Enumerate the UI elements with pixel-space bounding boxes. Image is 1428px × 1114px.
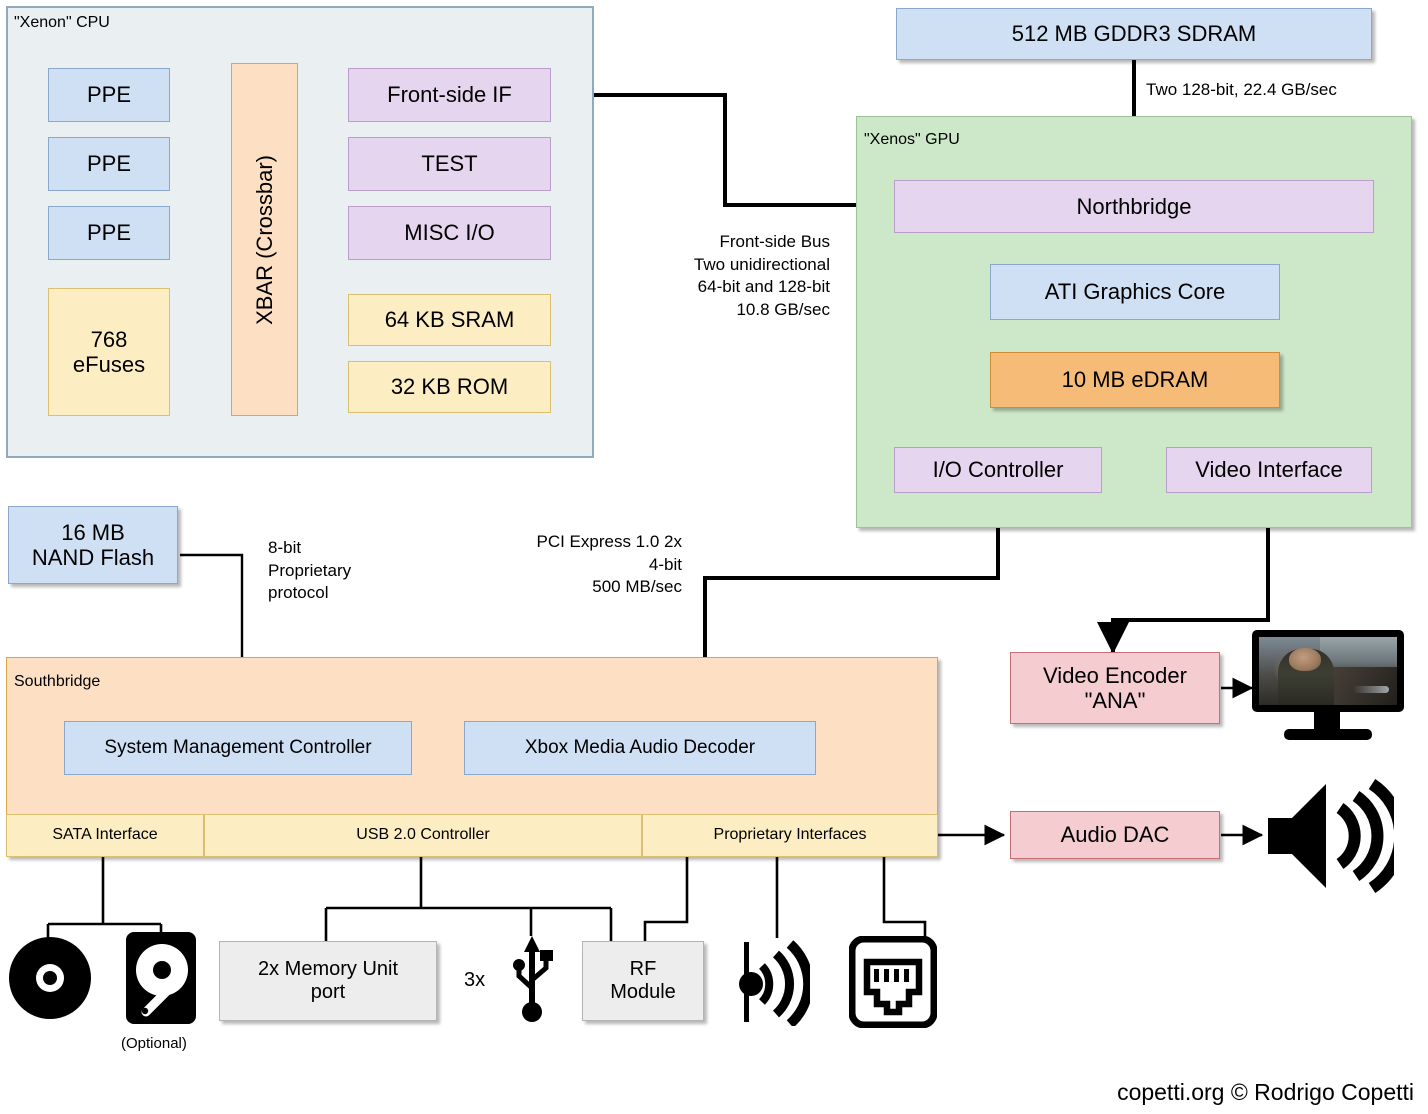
- wireless-antenna-icon: [738, 938, 814, 1028]
- credit-text: copetti.org © Rodrigo Copetti: [1117, 1079, 1414, 1105]
- edram-label: 10 MB eDRAM: [1061, 367, 1209, 393]
- sata-interface-block[interactable]: SATA Interface: [6, 814, 204, 857]
- xbar-crossbar-label: XBAR (Crossbar): [251, 154, 277, 325]
- gddr3-bus-label: Two 128-bit, 22.4 GB/sec: [1146, 80, 1337, 99]
- ppe-core-2-label: PPE: [86, 151, 132, 177]
- front-side-if-label: Front-side IF: [387, 82, 512, 108]
- video-interface-label: Video Interface: [1195, 457, 1343, 483]
- misc-io-block[interactable]: MISC I/O: [348, 206, 551, 260]
- efuses-label: 768 eFuses: [72, 326, 146, 377]
- system-management-controller-label: System Management Controller: [104, 737, 372, 759]
- xbox-media-audio-decoder-label: Xbox Media Audio Decoder: [524, 737, 756, 759]
- front-side-bus-label: Front-side Bus Two unidirectional 64-bit…: [693, 232, 830, 319]
- hard-drive-note: (Optional): [121, 1035, 187, 1052]
- memory-unit-port-block[interactable]: 2x Memory Unit port: [219, 941, 437, 1021]
- rom-block[interactable]: 32 KB ROM: [348, 361, 551, 413]
- xbox-media-audio-decoder-block[interactable]: Xbox Media Audio Decoder: [464, 721, 816, 775]
- usb-icon: [508, 932, 556, 1024]
- test-label: TEST: [421, 151, 478, 177]
- proprietary-interfaces-label: Proprietary Interfaces: [713, 826, 867, 844]
- northbridge-block[interactable]: Northbridge: [894, 180, 1374, 233]
- television-icon: [1252, 630, 1404, 742]
- rf-module-block[interactable]: RF Module: [582, 941, 704, 1021]
- edram-block[interactable]: 10 MB eDRAM: [990, 352, 1280, 408]
- misc-io-label: MISC I/O: [404, 220, 495, 246]
- ppe-core-3-label: PPE: [86, 220, 132, 246]
- front-side-if-block[interactable]: Front-side IF: [348, 68, 551, 122]
- optical-disc-icon: [8, 936, 92, 1020]
- hard-drive-icon: [126, 932, 196, 1024]
- gpu-group-label: "Xenos" GPU: [864, 131, 960, 148]
- architecture-diagram: "Xenon" CPU PPE PPE PPE 768 eFuses XBAR …: [0, 0, 1428, 1114]
- ppe-core-2[interactable]: PPE: [48, 137, 170, 191]
- io-controller-label: I/O Controller: [932, 457, 1064, 483]
- sram-block[interactable]: 64 KB SRAM: [348, 294, 551, 346]
- nand-bus-label: 8-bit Proprietary protocol: [268, 538, 352, 603]
- xbar-crossbar-block[interactable]: XBAR (Crossbar): [231, 63, 298, 416]
- video-interface-block[interactable]: Video Interface: [1166, 447, 1372, 493]
- southbridge-label: Southbridge: [14, 673, 101, 690]
- memory-unit-port-label: 2x Memory Unit port: [257, 958, 399, 1003]
- efuses-block[interactable]: 768 eFuses: [48, 288, 170, 416]
- test-block[interactable]: TEST: [348, 137, 551, 191]
- gddr3-sdram-label: 512 MB GDDR3 SDRAM: [1011, 21, 1257, 47]
- sram-label: 64 KB SRAM: [384, 307, 515, 333]
- ppe-core-3[interactable]: PPE: [48, 206, 170, 260]
- speaker-icon: [1262, 778, 1407, 894]
- usb-count-label: 3x: [464, 969, 486, 991]
- rf-module-label: RF Module: [610, 958, 676, 1003]
- cpu-group-label: "Xenon" CPU: [14, 14, 110, 31]
- northbridge-label: Northbridge: [1076, 193, 1192, 219]
- nand-flash-block[interactable]: 16 MB NAND Flash: [8, 506, 178, 584]
- nand-flash-label: 16 MB NAND Flash: [31, 519, 155, 570]
- ppe-core-1-label: PPE: [86, 82, 132, 108]
- sata-interface-label: SATA Interface: [52, 826, 158, 844]
- usb-controller-label: USB 2.0 Controller: [356, 826, 490, 844]
- video-encoder-block[interactable]: Video Encoder "ANA": [1010, 652, 1220, 724]
- ppe-core-1[interactable]: PPE: [48, 68, 170, 122]
- audio-dac-block[interactable]: Audio DAC: [1010, 811, 1220, 859]
- rom-label: 32 KB ROM: [390, 374, 509, 400]
- proprietary-interfaces-block[interactable]: Proprietary Interfaces: [642, 814, 938, 857]
- io-controller-block[interactable]: I/O Controller: [894, 447, 1102, 493]
- system-management-controller-block[interactable]: System Management Controller: [64, 721, 412, 775]
- ati-graphics-core-block[interactable]: ATI Graphics Core: [990, 264, 1280, 320]
- pcie-bus-label: PCI Express 1.0 2x 4-bit 500 MB/sec: [536, 532, 682, 597]
- ethernet-port-icon: [848, 935, 938, 1029]
- usb-controller-block[interactable]: USB 2.0 Controller: [204, 814, 642, 857]
- audio-dac-label: Audio DAC: [1060, 822, 1170, 848]
- ati-graphics-core-label: ATI Graphics Core: [1044, 279, 1226, 305]
- gddr3-sdram-block[interactable]: 512 MB GDDR3 SDRAM: [896, 8, 1372, 60]
- video-encoder-label: Video Encoder "ANA": [1043, 662, 1187, 713]
